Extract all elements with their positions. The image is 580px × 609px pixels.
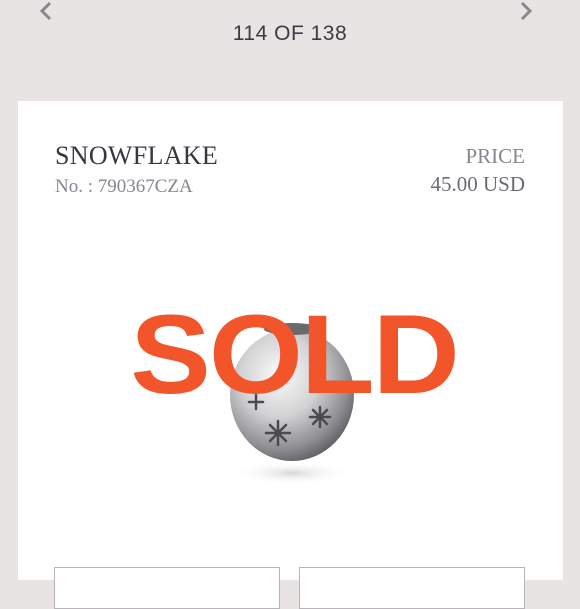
price-label: PRICE	[465, 144, 525, 168]
product-card: SNOWFLAKE No. : 790367CZA PRICE 45.00 US…	[18, 101, 563, 609]
price-value: 45.00 USD	[430, 172, 525, 196]
pager-count: 114 OF 138	[232, 22, 348, 45]
action-button-right[interactable]	[299, 567, 525, 609]
chevron-right-icon	[520, 1, 533, 21]
product-number: No. : 790367CZA	[55, 176, 193, 197]
product-name: SNOWFLAKE	[55, 141, 219, 170]
sold-stamp: SOLD	[130, 292, 460, 417]
chevron-left-icon	[39, 1, 52, 21]
action-button-left[interactable]	[54, 567, 280, 609]
